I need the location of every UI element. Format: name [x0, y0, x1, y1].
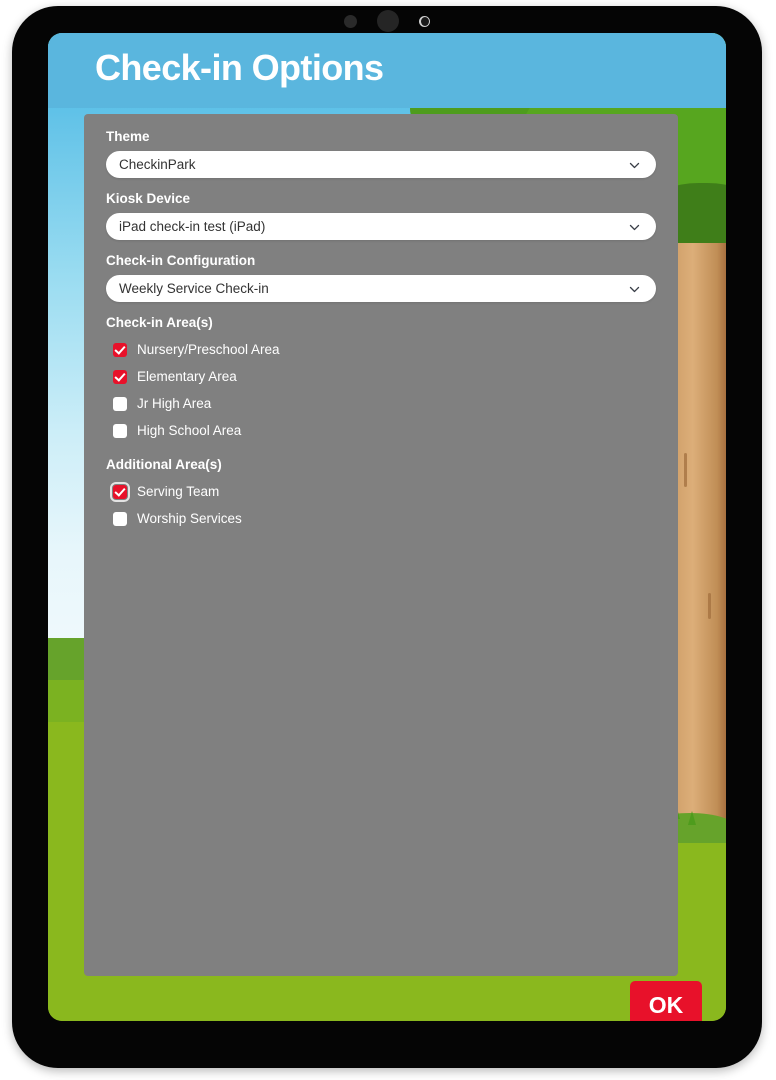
additional-area-label: Worship Services	[137, 511, 242, 526]
theme-select[interactable]: CheckinPark	[106, 151, 656, 178]
checkin-configuration-label: Check-in Configuration	[106, 253, 256, 268]
checkin-configuration-select[interactable]: Weekly Service Check-in	[106, 275, 656, 302]
kiosk-device-label: Kiosk Device	[106, 191, 191, 206]
page-title: Check-in Options	[95, 47, 384, 88]
checkin-area-row[interactable]: High School Area	[113, 417, 656, 444]
chevron-down-icon[interactable]	[629, 160, 640, 171]
kiosk-device-select[interactable]: iPad check-in test (iPad)	[106, 213, 656, 240]
additional-area-row[interactable]: Serving Team	[110, 478, 656, 505]
chevron-down-icon[interactable]	[629, 284, 640, 295]
theme-label: Theme	[106, 129, 150, 144]
chevron-down-icon[interactable]	[629, 222, 640, 233]
checkbox-jr-high-area[interactable]	[113, 396, 127, 411]
checkin-area-row[interactable]: Jr High Area	[113, 390, 656, 417]
panel-content: Theme CheckinPark Kiosk Device iPad chec…	[106, 128, 656, 532]
checkin-area-row[interactable]: Nursery/Preschool Area	[113, 336, 656, 363]
screenshot-root: Check-in Options Theme CheckinPark Kiosk…	[0, 0, 776, 1080]
dialog-header: Check-in Options	[48, 33, 726, 108]
additional-area-row[interactable]: Worship Services	[113, 505, 656, 532]
checkin-area-label: High School Area	[137, 423, 242, 438]
checkin-area-label: Elementary Area	[137, 369, 237, 384]
trunk-bark-mark	[684, 453, 687, 487]
theme-select-value[interactable]: CheckinPark	[106, 151, 656, 178]
checkin-area-label: Nursery/Preschool Area	[137, 342, 280, 357]
trunk-bark-mark	[708, 593, 711, 619]
camera-lens-icon	[377, 10, 399, 32]
checkin-areas-title: Check-in Area(s)	[106, 315, 213, 330]
checkin-options-panel: Theme CheckinPark Kiosk Device iPad chec…	[84, 114, 678, 976]
ok-button[interactable]: OK	[630, 981, 702, 1021]
grass-tuft-icon	[688, 811, 696, 825]
checkbox-serving-team[interactable]	[110, 481, 130, 502]
checkbox-worship-services[interactable]	[113, 511, 127, 526]
checkin-area-label: Jr High Area	[137, 396, 212, 411]
additional-area-label: Serving Team	[137, 484, 220, 499]
checkbox-elementary-area[interactable]	[113, 369, 127, 384]
kiosk-device-select-value[interactable]: iPad check-in test (iPad)	[106, 213, 656, 240]
tablet-top-sensors	[12, 6, 762, 36]
checkbox-high-school-area[interactable]	[113, 423, 127, 438]
light-sensor-icon	[419, 15, 430, 27]
additional-areas-title: Additional Area(s)	[106, 457, 222, 472]
checkbox-nursery-preschool-area[interactable]	[113, 342, 127, 357]
tablet-device-frame: Check-in Options Theme CheckinPark Kiosk…	[12, 6, 762, 1068]
microphone-dot-icon	[344, 14, 357, 28]
checkin-configuration-select-value[interactable]: Weekly Service Check-in	[106, 275, 656, 302]
checkin-area-row[interactable]: Elementary Area	[113, 363, 656, 390]
tablet-screen: Check-in Options Theme CheckinPark Kiosk…	[48, 33, 726, 1021]
